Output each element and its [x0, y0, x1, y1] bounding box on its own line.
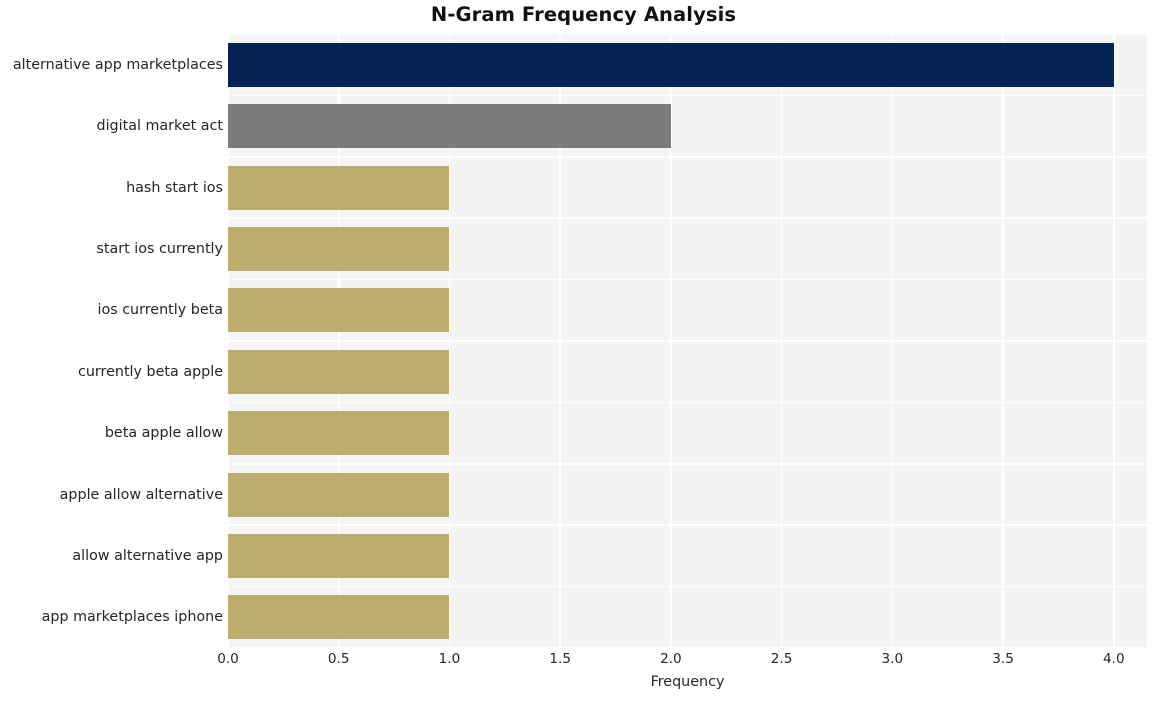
x-axis-title: Frequency — [650, 674, 725, 690]
gridline-horizontal — [228, 217, 1147, 219]
x-axis-tick-label: 2.0 — [660, 651, 682, 667]
y-axis-tick-label: allow alternative app — [72, 547, 223, 564]
bar — [228, 533, 450, 578]
y-axis-tick-label: beta apple allow — [104, 425, 223, 442]
y-axis-tick-label: app marketplaces iphone — [41, 609, 223, 626]
gridline-horizontal — [228, 524, 1147, 526]
gridline-horizontal — [228, 340, 1147, 342]
bar — [228, 595, 450, 640]
bar — [228, 226, 450, 271]
bar — [228, 411, 450, 456]
x-axis-tick-label: 3.5 — [992, 651, 1014, 667]
plot-area — [228, 34, 1147, 648]
y-axis-tick-label: alternative app marketplaces — [12, 56, 223, 73]
chart-title: N-Gram Frequency Analysis — [430, 3, 737, 26]
y-axis-tick-label: apple allow alternative — [59, 486, 223, 503]
gridline-horizontal — [228, 94, 1147, 97]
bar — [228, 472, 450, 517]
gridline-horizontal — [228, 34, 1147, 35]
bar — [228, 349, 450, 394]
x-axis-tick-label: 3.0 — [881, 651, 904, 667]
chart-figure: N-Gram Frequency Analysis alternative ap… — [0, 0, 1167, 701]
y-axis-tick-label: ios currently beta — [97, 302, 223, 319]
gridline-horizontal — [228, 156, 1147, 158]
bar — [228, 288, 450, 333]
gridline-horizontal — [228, 463, 1147, 465]
y-axis-tick-label: start ios currently — [96, 240, 223, 257]
x-axis-tick-label: 0.0 — [217, 651, 239, 667]
gridline-horizontal — [228, 585, 1147, 588]
y-axis-tick-label: hash start ios — [126, 179, 223, 196]
y-axis-tick-label: digital market act — [96, 118, 224, 135]
y-axis-tick-label: currently beta apple — [77, 363, 223, 380]
bar — [228, 165, 450, 210]
x-axis-tick-label: 1.0 — [438, 651, 461, 667]
gridline-horizontal — [228, 647, 1147, 648]
gridline-horizontal — [228, 401, 1147, 404]
x-axis-tick-label: 0.5 — [327, 651, 350, 667]
bar — [228, 104, 671, 149]
gridline-horizontal — [228, 278, 1147, 281]
x-axis-tick-label: 2.5 — [770, 651, 793, 667]
x-axis-tick-label: 1.5 — [549, 651, 571, 667]
x-axis-tick-label: 4.0 — [1102, 651, 1125, 667]
bar — [228, 42, 1114, 87]
